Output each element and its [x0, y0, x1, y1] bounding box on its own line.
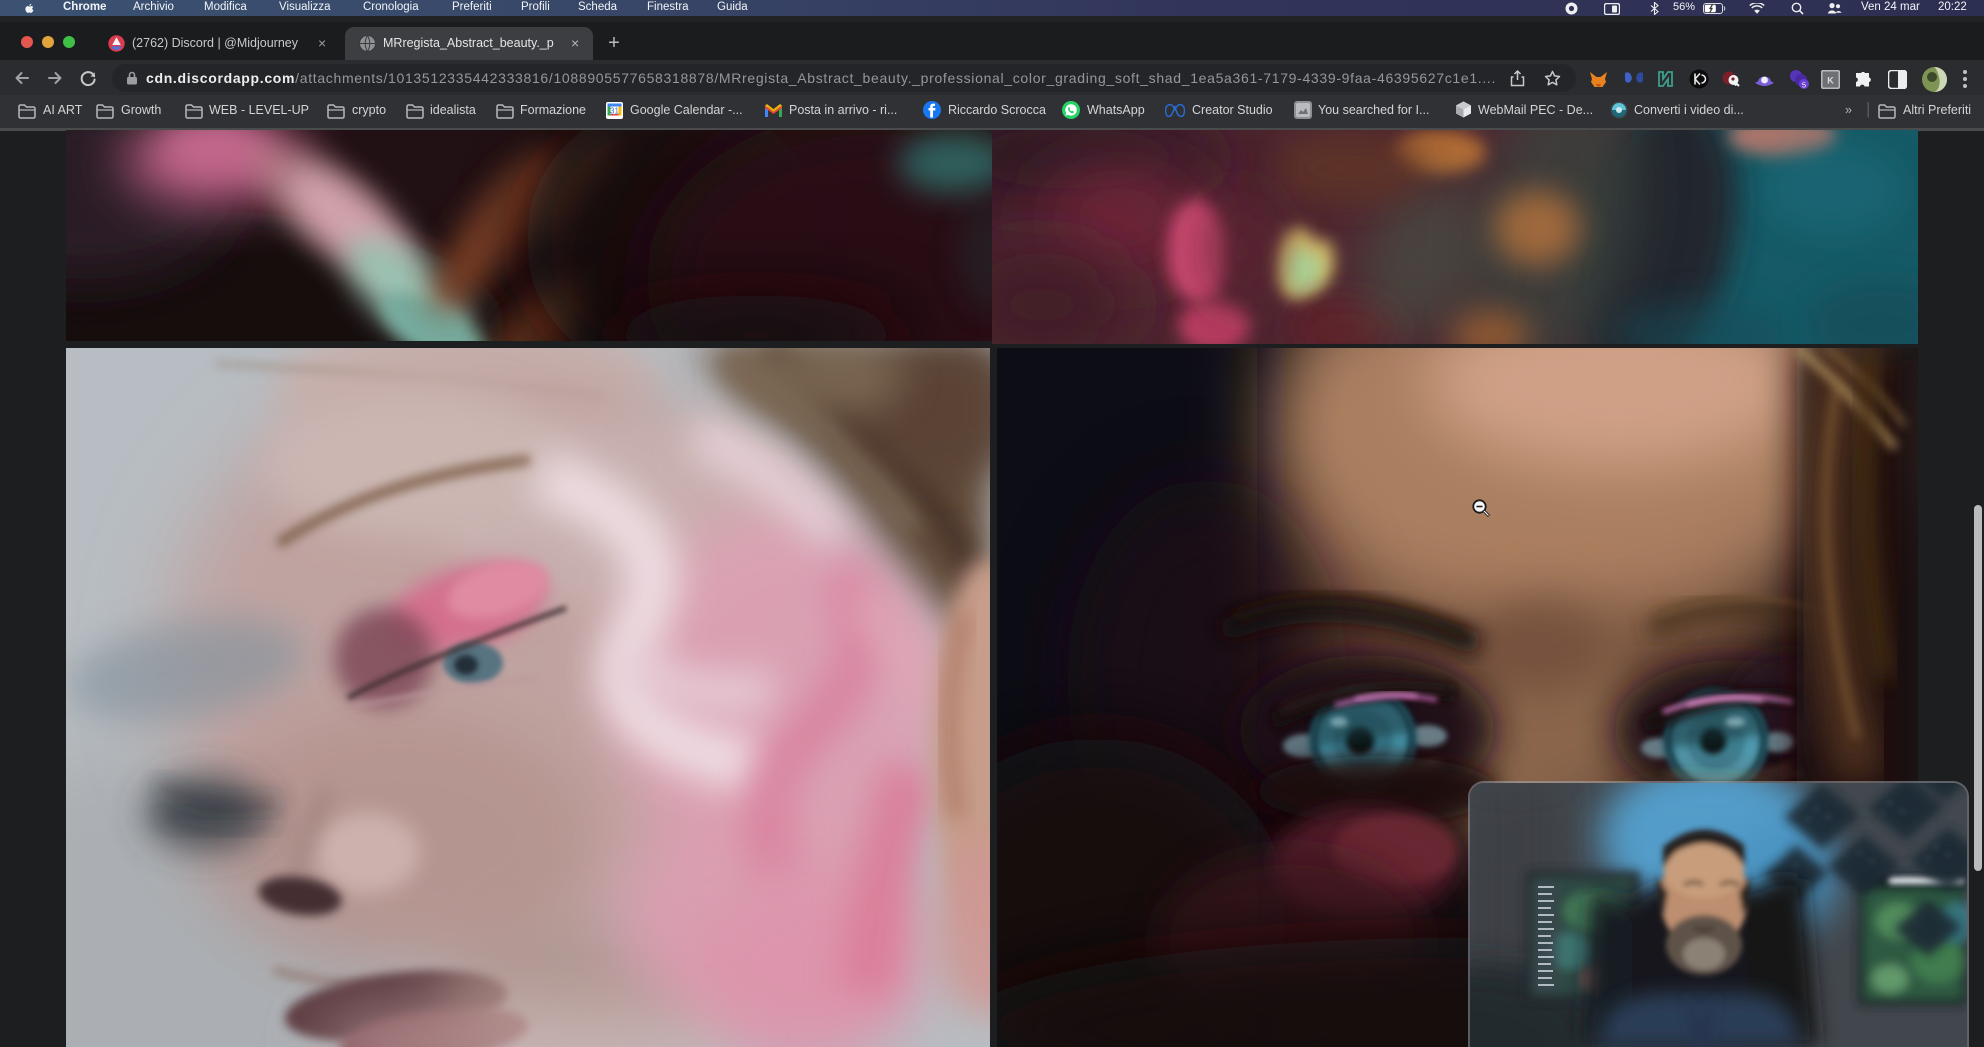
svg-text:31: 31 [610, 107, 619, 116]
svg-text:K: K [1827, 76, 1834, 86]
svg-text:5: 5 [1802, 81, 1806, 90]
